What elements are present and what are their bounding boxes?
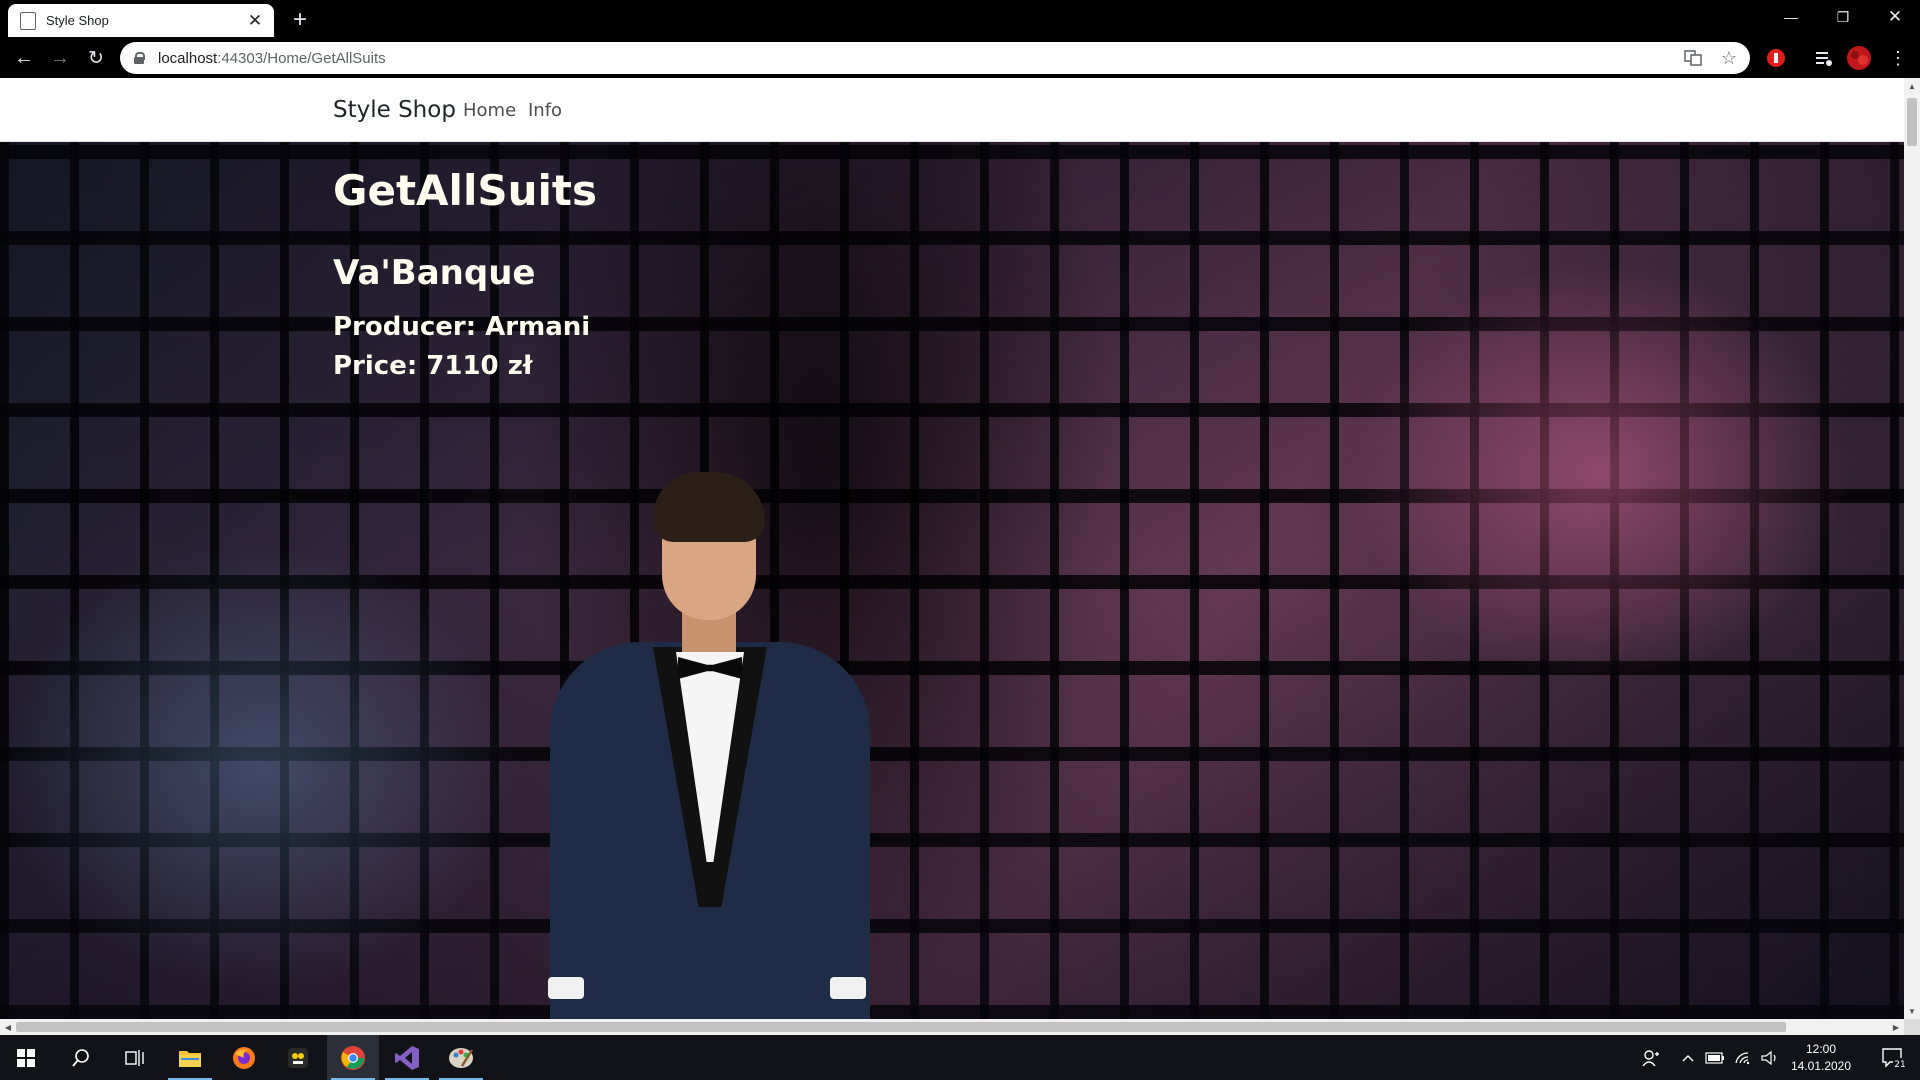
system-clock[interactable]: 12:00 14.01.2020 [1786, 1041, 1856, 1075]
nav-link-info[interactable]: Info [528, 100, 562, 121]
nav-link-home[interactable]: Home [463, 100, 516, 121]
clock-date: 14.01.2020 [1790, 1059, 1852, 1073]
media-control-icon[interactable] [1810, 44, 1838, 72]
scroll-up-arrow-icon[interactable]: ▲ [1904, 78, 1920, 94]
horizontal-scrollbar[interactable]: ◀ ▶ [0, 1019, 1904, 1035]
translate-icon[interactable] [1678, 43, 1708, 73]
site-brand-link[interactable]: Style Shop [333, 97, 456, 123]
scroll-right-arrow-icon[interactable]: ▶ [1888, 1019, 1904, 1035]
profile-avatar[interactable] [1845, 44, 1873, 72]
page-viewport: Style Shop Home Info GetAllSuits Va'Banq… [0, 78, 1904, 1019]
page-icon [20, 11, 36, 30]
model-hair [653, 472, 765, 542]
product-producer: Producer: Armani [333, 312, 591, 342]
bookmark-star-icon[interactable]: ☆ [1714, 43, 1744, 73]
forward-icon[interactable]: → [44, 42, 76, 74]
shirt-cuff [548, 977, 584, 999]
visual-studio-icon[interactable] [381, 1035, 433, 1080]
scroll-down-arrow-icon[interactable]: ▼ [1904, 1003, 1920, 1019]
start-windows-icon[interactable] [0, 1035, 52, 1080]
background-light [1350, 262, 1850, 682]
browser-tab-strip: Style Shop ✕ + — ❐ ✕ [0, 0, 1920, 37]
firefox-icon[interactable] [218, 1035, 270, 1080]
browser-menu-icon[interactable]: ⋮ [1884, 44, 1912, 72]
scrollbar-corner [1904, 1019, 1920, 1035]
page-title: GetAllSuits [333, 166, 597, 215]
close-tab-icon[interactable]: ✕ [242, 8, 268, 34]
site-navbar: Style Shop Home Info [0, 78, 1904, 142]
background-light [0, 542, 520, 992]
file-explorer-icon[interactable] [164, 1035, 216, 1080]
task-view-icon[interactable] [109, 1035, 161, 1080]
search-icon[interactable] [55, 1035, 107, 1080]
url-host: localhost [158, 49, 218, 67]
vertical-scroll-thumb[interactable] [1907, 98, 1917, 146]
chrome-icon[interactable] [327, 1035, 379, 1080]
url-text[interactable]: localhost:44303/Home/GetAllSuits [158, 50, 1678, 67]
lock-icon[interactable] [134, 52, 145, 64]
back-icon[interactable]: ← [8, 42, 40, 74]
wifi-icon[interactable] [1730, 1035, 1756, 1080]
vertical-scrollbar[interactable]: ▲ ▼ [1904, 78, 1920, 1019]
clock-time: 12:00 [1805, 1042, 1837, 1056]
app-icon[interactable] [272, 1035, 324, 1080]
people-icon[interactable] [1636, 1035, 1666, 1080]
notification-center-icon[interactable]: 21 [1870, 1035, 1918, 1080]
chevron-up-icon[interactable] [1676, 1035, 1700, 1080]
volume-icon[interactable] [1757, 1035, 1783, 1080]
restore-icon[interactable]: ❐ [1820, 0, 1866, 34]
battery-icon[interactable] [1702, 1035, 1728, 1080]
shirt-cuff [830, 977, 866, 999]
product-image [530, 472, 880, 1019]
scroll-left-arrow-icon[interactable]: ◀ [0, 1019, 16, 1035]
product-price: Price: 7110 zł [333, 351, 533, 381]
address-bar[interactable]: localhost:44303/Home/GetAllSuits ☆ [120, 42, 1750, 74]
windows-taskbar: 12:00 14.01.2020 21 [0, 1035, 1920, 1080]
product-name: Va'Banque [333, 253, 536, 293]
url-path: :44303/Home/GetAllSuits [217, 49, 386, 67]
new-tab-button[interactable]: + [286, 6, 314, 34]
reload-icon[interactable]: ↻ [80, 42, 112, 74]
notification-count: 21 [1894, 1060, 1905, 1070]
browser-toolbar: ← → ↻ localhost:44303/Home/GetAllSuits ☆… [0, 37, 1920, 78]
minimize-icon[interactable]: — [1768, 0, 1814, 34]
close-window-icon[interactable]: ✕ [1872, 0, 1918, 34]
extension-adblock-icon[interactable] [1762, 44, 1790, 72]
tab-title: Style Shop [46, 13, 109, 28]
horizontal-scroll-thumb[interactable] [16, 1022, 1786, 1032]
paint-palette-icon[interactable] [435, 1035, 487, 1080]
hero-background: GetAllSuits Va'Banque Producer: Armani P… [0, 142, 1904, 1019]
browser-tab[interactable]: Style Shop ✕ [8, 4, 274, 37]
